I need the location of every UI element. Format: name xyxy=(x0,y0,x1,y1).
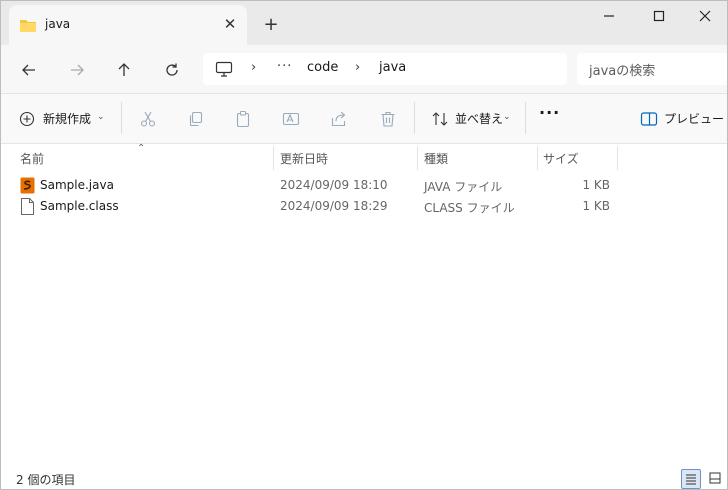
more-options-icon[interactable]: ··· xyxy=(539,103,560,127)
column-divider[interactable] xyxy=(537,146,538,170)
share-button[interactable] xyxy=(330,107,348,131)
file-type: JAVA ファイル xyxy=(424,180,503,194)
this-pc-icon[interactable] xyxy=(215,61,233,77)
sort-button-label: 並べ替え xyxy=(455,112,504,126)
column-type[interactable]: 種類 xyxy=(424,150,448,167)
column-size[interactable]: サイズ xyxy=(543,150,579,167)
command-bar: 新規作成 ⌄ 並べ替え ⌄ ··· プレビュー xyxy=(1,94,727,144)
path-overflow-button[interactable]: ··· xyxy=(277,59,292,74)
file-type: CLASS ファイル xyxy=(424,201,515,215)
preview-pane-button[interactable]: プレビュー xyxy=(640,107,724,131)
table-row[interactable]: Sample.java 2024/09/09 18:10 JAVA ファイル 1… xyxy=(1,175,727,196)
up-arrow-icon[interactable] xyxy=(111,57,137,83)
breadcrumb-code[interactable]: code xyxy=(307,60,338,75)
file-name[interactable]: Sample.java xyxy=(40,178,114,192)
new-button[interactable]: 新規作成 ⌄ xyxy=(19,107,105,131)
generic-file-icon xyxy=(20,198,35,215)
java-file-icon xyxy=(20,177,35,194)
toolbar-divider xyxy=(121,102,122,134)
folder-icon xyxy=(19,17,37,33)
chevron-right-icon[interactable]: › xyxy=(355,60,360,75)
chevron-down-icon: ⌄ xyxy=(97,112,105,122)
navigation-bar: › ··· code › java javaの検索 xyxy=(1,45,727,94)
file-date: 2024/09/09 18:29 xyxy=(280,199,388,213)
column-divider[interactable] xyxy=(273,146,274,170)
file-date: 2024/09/09 18:10 xyxy=(280,178,388,192)
search-input[interactable]: javaの検索 xyxy=(589,60,655,79)
details-view-icon[interactable] xyxy=(681,469,701,489)
toolbar-divider xyxy=(525,102,526,134)
cut-button[interactable] xyxy=(139,107,157,131)
file-size: 1 KB xyxy=(582,199,610,213)
column-name[interactable]: 名前 xyxy=(20,150,44,167)
copy-button[interactable] xyxy=(187,107,205,131)
maximize-icon[interactable] xyxy=(639,5,679,27)
sort-button[interactable]: 並べ替え ⌄ xyxy=(431,107,511,131)
title-bar: java ✕ + xyxy=(1,1,727,45)
delete-button[interactable] xyxy=(379,107,397,131)
toolbar-divider xyxy=(414,102,415,134)
chevron-right-icon[interactable]: › xyxy=(251,60,256,75)
forward-arrow-icon[interactable] xyxy=(64,57,90,83)
file-explorer-window: java ✕ + › ··· code › java javaの検索 新規作成 … xyxy=(0,0,728,490)
rename-button[interactable] xyxy=(282,107,300,131)
paste-button[interactable] xyxy=(234,107,252,131)
breadcrumb-java[interactable]: java xyxy=(379,60,406,75)
preview-pane-label: プレビュー xyxy=(664,112,725,126)
close-window-icon[interactable] xyxy=(685,5,725,27)
back-arrow-icon[interactable] xyxy=(16,57,42,83)
close-tab-icon[interactable]: ✕ xyxy=(221,15,239,33)
table-row[interactable]: Sample.class 2024/09/09 18:29 CLASS ファイル… xyxy=(1,196,727,217)
column-date[interactable]: 更新日時 xyxy=(280,150,328,167)
file-name[interactable]: Sample.class xyxy=(40,199,119,213)
search-box[interactable]: javaの検索 xyxy=(577,53,727,85)
minimize-icon[interactable] xyxy=(589,5,629,27)
item-count: 2 個の項目 xyxy=(16,473,76,487)
new-tab-button[interactable]: + xyxy=(261,15,281,35)
refresh-icon[interactable] xyxy=(159,57,185,83)
sort-ascending-icon: ⌃ xyxy=(137,143,146,154)
address-bar[interactable]: › ··· code › java xyxy=(203,53,567,85)
status-bar: 2 個の項目 xyxy=(1,465,727,489)
column-divider[interactable] xyxy=(617,146,618,170)
new-button-label: 新規作成 xyxy=(43,112,92,126)
tiles-view-icon[interactable] xyxy=(705,469,725,489)
column-divider[interactable] xyxy=(417,146,418,170)
tab-java[interactable]: java ✕ xyxy=(9,5,247,45)
tab-title: java xyxy=(45,17,71,31)
chevron-down-icon: ⌄ xyxy=(503,112,511,122)
file-size: 1 KB xyxy=(582,178,610,192)
column-header: ⌃ 名前 更新日時 種類 サイズ xyxy=(1,143,727,170)
